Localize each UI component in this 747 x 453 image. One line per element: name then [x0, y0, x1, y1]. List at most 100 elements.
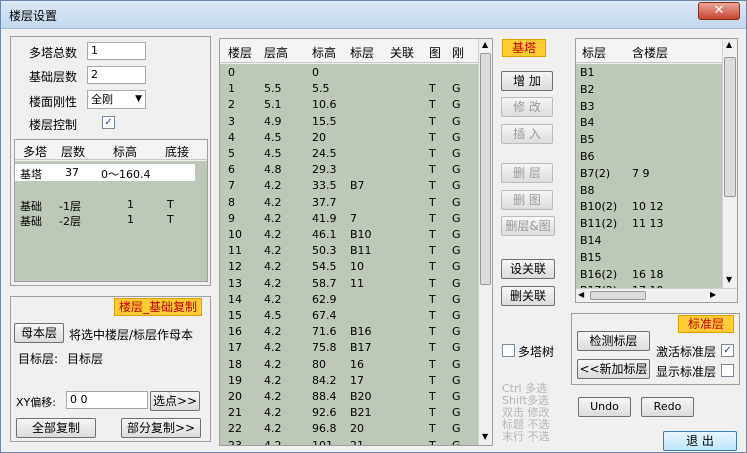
- scroll-down-icon[interactable]: ▼: [482, 432, 488, 441]
- tower-total-input[interactable]: 1: [87, 42, 146, 60]
- std-col-header: 含楼层: [632, 46, 669, 60]
- table-row[interactable]: 19 4.2 84.2 17 T G: [220, 372, 478, 389]
- std-table-header: 标层 含楼层: [576, 39, 722, 63]
- hint-line: 末行 不选: [502, 430, 550, 443]
- table-row[interactable]: 4 4.5 20 T G: [220, 129, 478, 146]
- table-row[interactable]: 1 5.5 5.5 T G: [220, 80, 478, 97]
- activate-std-checkbox[interactable]: ✓: [721, 344, 734, 357]
- offset-input[interactable]: 0 0: [66, 391, 148, 409]
- table-row[interactable]: 14 4.2 62.9 T G: [220, 291, 478, 308]
- table-row[interactable]: 2 5.1 10.6 T G: [220, 96, 478, 113]
- tower-col-header: 底接: [165, 145, 190, 159]
- delete-floor-button[interactable]: 删 层: [501, 163, 553, 183]
- table-row[interactable]: 3 4.9 15.5 T G: [220, 113, 478, 130]
- close-button[interactable]: ✕: [698, 2, 740, 20]
- target-value: 目标层: [67, 352, 104, 366]
- insert-button[interactable]: 插 入: [501, 124, 553, 144]
- table-row[interactable]: 7 4.2 33.5 B7 T G: [220, 177, 478, 194]
- list-item[interactable]: B7(2) 7 9: [576, 165, 722, 182]
- scroll-right-icon[interactable]: ▶: [710, 290, 716, 299]
- table-row[interactable]: 基础 -2层 1 T: [15, 211, 195, 228]
- hint-line: 双击 修改: [502, 406, 550, 419]
- table-row[interactable]: 11 4.2 50.3 B11 T G: [220, 242, 478, 259]
- modify-button[interactable]: 修 改: [501, 97, 553, 117]
- multi-tower-tree-label: 多塔树: [518, 345, 555, 359]
- list-item[interactable]: B14: [576, 232, 722, 249]
- table-row[interactable]: 12 4.2 54.5 10 T G: [220, 258, 478, 275]
- set-link-button[interactable]: 设关联: [501, 259, 555, 279]
- table-row[interactable]: 10 4.2 46.1 B10 T G: [220, 226, 478, 243]
- add-button[interactable]: 增 加: [501, 71, 553, 91]
- floor-table-scrollbar[interactable]: ▲ ▼: [478, 39, 492, 445]
- table-row[interactable]: 8 4.2 37.7 T G: [220, 194, 478, 211]
- chevron-down-icon: ▼: [135, 94, 142, 104]
- floor-col-header: 图: [429, 46, 442, 60]
- table-row[interactable]: 22 4.2 96.8 20 T G: [220, 420, 478, 437]
- table-row[interactable]: 15 4.5 67.4 T G: [220, 307, 478, 324]
- std-table-hscroll-thumb[interactable]: [590, 291, 646, 300]
- new-std-button[interactable]: <<新加标层: [577, 359, 650, 379]
- multi-tower-tree-checkbox[interactable]: [502, 344, 515, 357]
- detect-std-button[interactable]: 检测标层: [577, 331, 650, 351]
- select-point-button[interactable]: 选点>>: [150, 391, 200, 411]
- show-std-label: 显示标准层: [656, 365, 717, 379]
- hint-line: 标题 不选: [502, 418, 550, 431]
- std-table-scrollbar[interactable]: ▲ ▼: [722, 39, 737, 288]
- copy-all-button[interactable]: 全部复制: [16, 418, 96, 438]
- tower-tag: 基塔: [502, 39, 546, 57]
- list-item[interactable]: B5: [576, 131, 722, 148]
- scroll-up-icon[interactable]: ▲: [726, 40, 732, 49]
- list-item[interactable]: B11(2) 11 13: [576, 215, 722, 232]
- table-row[interactable]: 16 4.2 71.6 B16 T G: [220, 323, 478, 340]
- floor-table-scroll-thumb[interactable]: [480, 53, 491, 285]
- tower-table: 多塔 层数 标高 底接 基塔 37 0～160.4 基础 -1层 1 T 基础 …: [14, 139, 208, 282]
- undo-button[interactable]: Undo: [578, 397, 631, 417]
- rigidity-label: 楼面刚性: [29, 95, 78, 109]
- table-row[interactable]: 00: [220, 64, 478, 81]
- table-row[interactable]: 13 4.2 58.7 11 T G: [220, 275, 478, 292]
- target-label: 目标层:: [18, 352, 59, 366]
- scroll-up-icon[interactable]: ▲: [482, 40, 488, 49]
- floor-control-checkbox[interactable]: ✓: [102, 116, 115, 129]
- hint-line: Ctrl 多选: [502, 382, 548, 395]
- show-std-checkbox[interactable]: [721, 364, 734, 377]
- std-panel: 标准层 检测标层 激活标准层 ✓ <<新加标层 显示标准层: [571, 313, 740, 385]
- floor-table: 楼层 层高 标高 标层 关联 图 刚 0 0 1 5.5 5.5 T G 2 5.1 10.6 T G…: [219, 38, 493, 446]
- table-row[interactable]: 5 4.5 24.5 T G: [220, 145, 478, 162]
- copy-panel: 楼层_基础复制 母本层 将选中楼层/标层作母本 目标层: 目标层 XY偏移: 0…: [10, 296, 211, 442]
- table-row[interactable]: 9 4.2 41.9 7 T G: [220, 210, 478, 227]
- list-item[interactable]: B8: [576, 182, 722, 199]
- floor-col-header: 标层: [350, 46, 375, 60]
- list-item[interactable]: B6: [576, 148, 722, 165]
- list-item[interactable]: B4: [576, 114, 722, 131]
- scroll-left-icon[interactable]: ◀: [578, 290, 584, 299]
- list-item[interactable]: B1: [576, 64, 722, 81]
- table-row[interactable]: 17 4.2 75.8 B17 T G: [220, 339, 478, 356]
- std-table-hscrollbar[interactable]: ◀ ▶: [576, 288, 737, 302]
- base-floors-input[interactable]: 2: [87, 66, 146, 84]
- list-item[interactable]: B3: [576, 98, 722, 115]
- table-row[interactable]: 21 4.2 92.6 B21 T G: [220, 404, 478, 421]
- rigidity-select[interactable]: 全刚 ▼: [87, 90, 146, 109]
- exit-button[interactable]: 退 出: [663, 431, 737, 451]
- delete-floor-drawing-button[interactable]: 删层&图: [501, 216, 555, 236]
- table-row[interactable]: 234.210121TG: [220, 437, 478, 445]
- list-item[interactable]: B2: [576, 81, 722, 98]
- table-row[interactable]: 20 4.2 88.4 B20 T G: [220, 388, 478, 405]
- std-table-scroll-thumb[interactable]: [724, 57, 736, 197]
- floor-table-header: 楼层 层高 标高 标层 关联 图 刚: [220, 39, 478, 63]
- list-item[interactable]: B16(2) 16 18: [576, 266, 722, 283]
- table-row[interactable]: 6 4.8 29.3 T G: [220, 161, 478, 178]
- list-item[interactable]: B15: [576, 249, 722, 266]
- floor-settings-window: 楼层设置 ✕ 多塔总数 1 基础层数 2 楼面刚性 全刚 ▼ 楼层控制 ✓ 多塔…: [0, 0, 747, 453]
- table-row[interactable]: 基塔 37 0～160.4: [15, 164, 195, 181]
- window-title: 楼层设置: [9, 9, 58, 23]
- scroll-down-icon[interactable]: ▼: [726, 275, 732, 284]
- mother-floor-button[interactable]: 母本层: [14, 323, 64, 343]
- copy-part-button[interactable]: 部分复制>>: [121, 418, 201, 438]
- table-row[interactable]: 18 4.2 80 16 T G: [220, 356, 478, 373]
- delete-link-button[interactable]: 删关联: [501, 286, 555, 306]
- delete-drawing-button[interactable]: 删 图: [501, 190, 553, 210]
- redo-button[interactable]: Redo: [641, 397, 694, 417]
- list-item[interactable]: B10(2) 10 12: [576, 198, 722, 215]
